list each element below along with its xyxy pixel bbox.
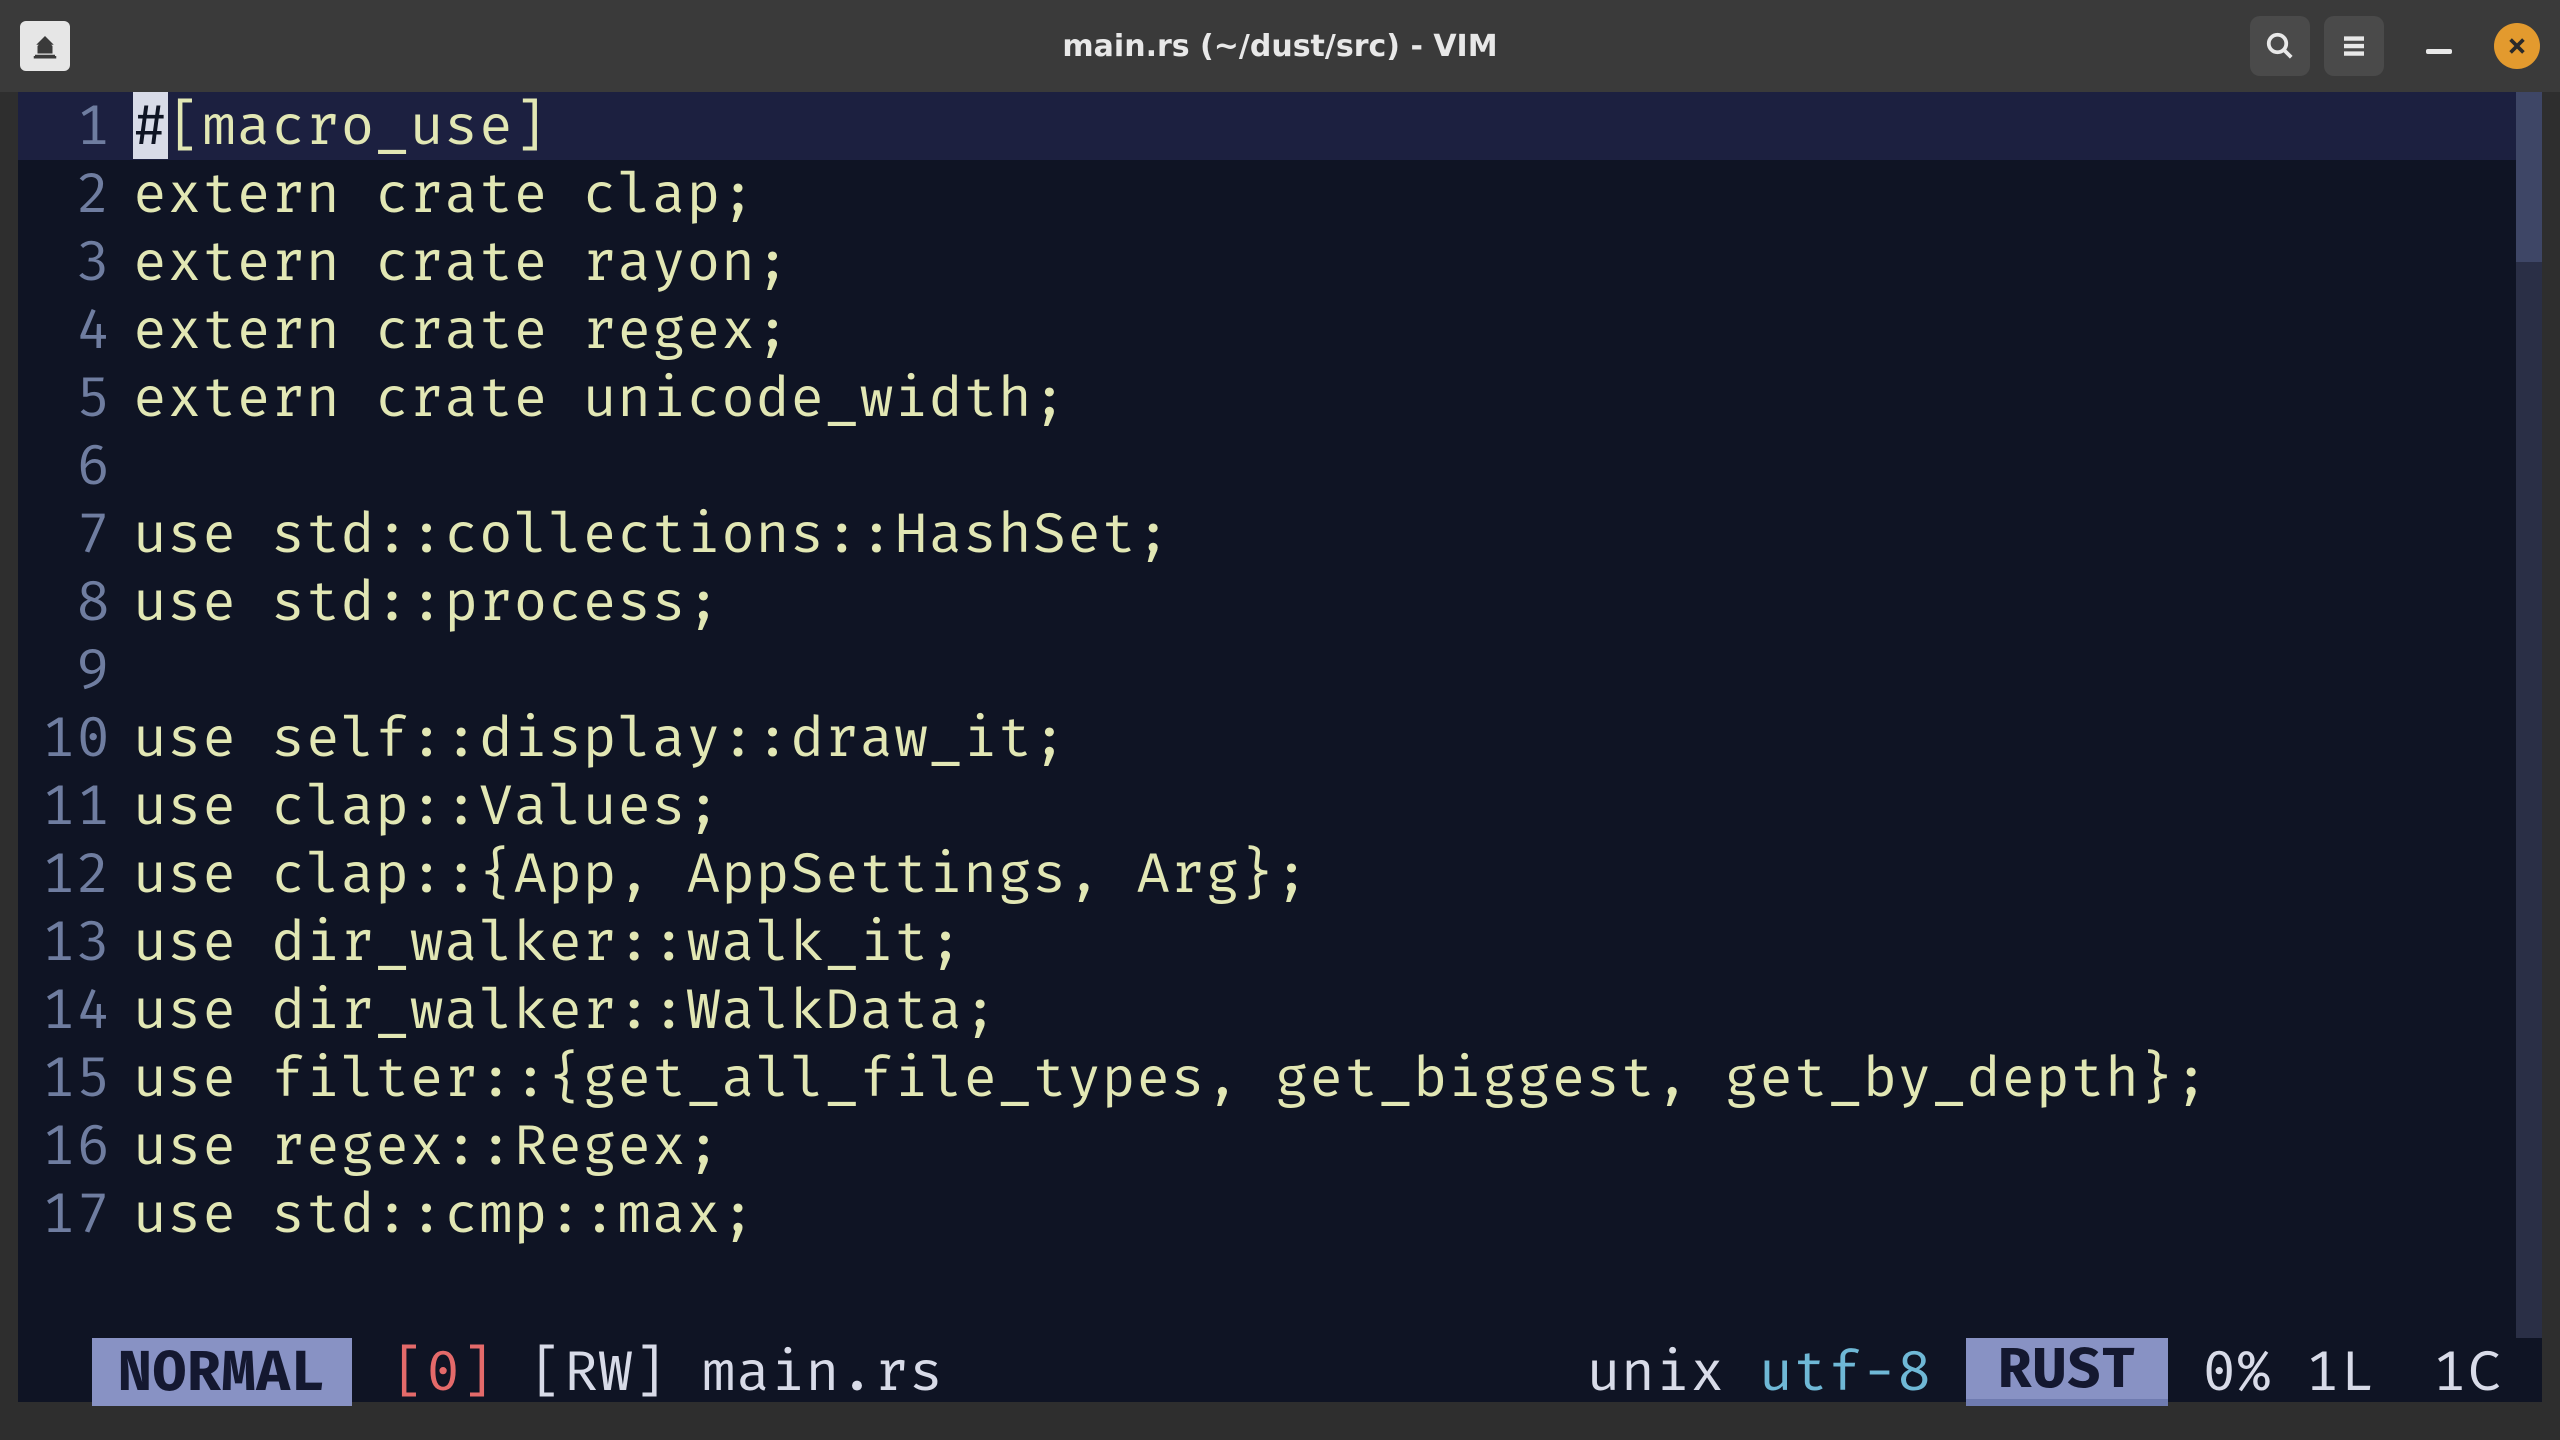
- code-line[interactable]: 16use regex::Regex;: [18, 1112, 2542, 1180]
- code-line[interactable]: 13use dir_walker::walk_it;: [18, 908, 2542, 976]
- line-number: 10: [18, 704, 133, 772]
- filename: main.rs: [702, 1338, 944, 1406]
- scroll-percent: 0%: [2202, 1338, 2271, 1406]
- line-content[interactable]: use clap::{App, AppSettings, Arg};: [133, 840, 2542, 908]
- line-number: 13: [18, 908, 133, 976]
- line-content[interactable]: extern crate clap;: [133, 160, 2542, 228]
- minimize-icon[interactable]: [2426, 49, 2452, 54]
- search-icon[interactable]: [2250, 16, 2310, 76]
- code-line[interactable]: 8use std::process;: [18, 568, 2542, 636]
- code-area[interactable]: 1#[macro_use]2extern crate clap;3extern …: [18, 92, 2542, 1248]
- code-line[interactable]: 2extern crate clap;: [18, 160, 2542, 228]
- app-icon[interactable]: [20, 21, 70, 71]
- window-title: main.rs (~/dust/src) - VIM: [0, 29, 2560, 64]
- close-icon[interactable]: [2494, 23, 2540, 69]
- code-line[interactable]: 17use std::cmp::max;: [18, 1180, 2542, 1248]
- code-line[interactable]: 10use self::display::draw_it;: [18, 704, 2542, 772]
- line-content[interactable]: #[macro_use]: [133, 92, 2542, 160]
- code-line[interactable]: 14use dir_walker::WalkData;: [18, 976, 2542, 1044]
- code-line[interactable]: 7use std::collections::HashSet;: [18, 500, 2542, 568]
- code-line[interactable]: 11use clap::Values;: [18, 772, 2542, 840]
- line-number: 7: [18, 500, 133, 568]
- line-number: 12: [18, 840, 133, 908]
- encoding: utf-8: [1759, 1338, 1932, 1406]
- col-indicator: 1C: [2433, 1338, 2502, 1406]
- fileformat: unix: [1587, 1338, 1725, 1406]
- line-content[interactable]: extern crate rayon;: [133, 228, 2542, 296]
- line-content[interactable]: use self::display::draw_it;: [133, 704, 2542, 772]
- line-content[interactable]: extern crate unicode_width;: [133, 364, 2542, 432]
- code-line[interactable]: 3extern crate rayon;: [18, 228, 2542, 296]
- line-content[interactable]: use filter::{get_all_file_types, get_big…: [133, 1044, 2542, 1112]
- line-indicator: 1L: [2306, 1338, 2375, 1406]
- line-number: 16: [18, 1112, 133, 1180]
- line-content[interactable]: use std::cmp::max;: [133, 1180, 2542, 1248]
- line-content[interactable]: extern crate regex;: [133, 296, 2542, 364]
- line-content[interactable]: use clap::Values;: [133, 772, 2542, 840]
- line-number: 4: [18, 296, 133, 364]
- readwrite-flag: [RW]: [529, 1338, 667, 1406]
- code-line[interactable]: 15use filter::{get_all_file_types, get_b…: [18, 1044, 2542, 1112]
- mode-indicator: NORMAL: [92, 1338, 352, 1406]
- line-content[interactable]: use std::collections::HashSet;: [133, 500, 2542, 568]
- line-number: 1: [18, 92, 133, 160]
- code-line[interactable]: 6: [18, 432, 2542, 500]
- line-content[interactable]: use std::process;: [133, 568, 2542, 636]
- line-number: 8: [18, 568, 133, 636]
- line-number: 11: [18, 772, 133, 840]
- language-indicator: RUST: [1966, 1338, 2168, 1406]
- line-number: 17: [18, 1180, 133, 1248]
- line-number: 3: [18, 228, 133, 296]
- line-content[interactable]: use dir_walker::WalkData;: [133, 976, 2542, 1044]
- editor-viewport[interactable]: 1#[macro_use]2extern crate clap;3extern …: [18, 92, 2542, 1402]
- code-line[interactable]: 5extern crate unicode_width;: [18, 364, 2542, 432]
- code-line[interactable]: 9: [18, 636, 2542, 704]
- code-line[interactable]: 4extern crate regex;: [18, 296, 2542, 364]
- line-content[interactable]: use dir_walker::walk_it;: [133, 908, 2542, 976]
- line-number: 2: [18, 160, 133, 228]
- line-number: 5: [18, 364, 133, 432]
- code-line[interactable]: 12use clap::{App, AppSettings, Arg};: [18, 840, 2542, 908]
- scrollbar-track[interactable]: [2516, 92, 2542, 1338]
- line-content[interactable]: use regex::Regex;: [133, 1112, 2542, 1180]
- buffer-number: [0]: [392, 1338, 496, 1406]
- statusline: NORMAL [0] [RW] main.rs unix utf-8 RUST …: [18, 1338, 2542, 1406]
- scrollbar-thumb[interactable]: [2516, 92, 2542, 262]
- line-number: 14: [18, 976, 133, 1044]
- line-number: 15: [18, 1044, 133, 1112]
- hamburger-icon[interactable]: [2324, 16, 2384, 76]
- line-number: 9: [18, 636, 133, 704]
- line-number: 6: [18, 432, 133, 500]
- window-titlebar: main.rs (~/dust/src) - VIM: [0, 0, 2560, 92]
- code-line[interactable]: 1#[macro_use]: [18, 92, 2542, 160]
- cursor: #: [133, 92, 168, 159]
